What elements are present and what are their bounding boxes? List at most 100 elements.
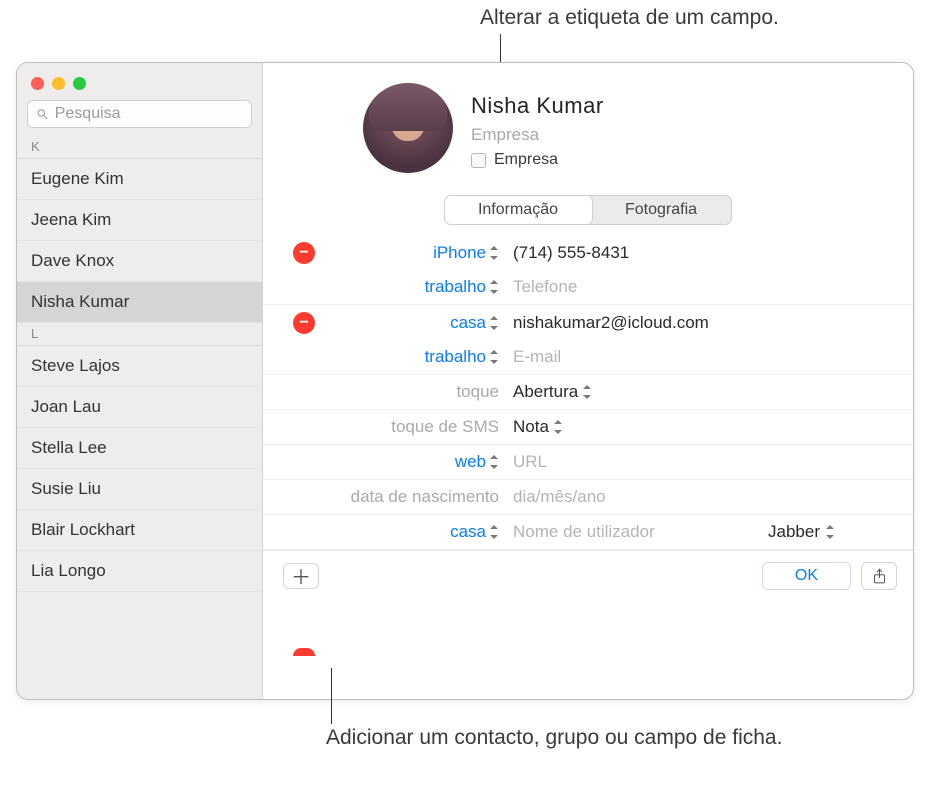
company-checkbox-label: Empresa [494,151,558,169]
label-email-home-text: casa [450,313,486,333]
field-row-birthday: data de nascimento dia/mês/ano [263,480,913,515]
ok-button[interactable]: OK [762,562,851,590]
sidebar: K Eugene Kim Jeena Kim Dave Knox Nisha K… [17,63,263,699]
fullscreen-window-button[interactable] [73,77,86,90]
contact-row-lia-longo[interactable]: Lia Longo [17,551,262,592]
field-row-phone-iphone: − iPhone (714) 555-8431 [263,235,913,270]
contact-row-eugene-kim[interactable]: Eugene Kim [17,159,262,200]
minimize-window-button[interactable] [52,77,65,90]
popup-arrows-icon [489,280,499,294]
contacts-window: K Eugene Kim Jeena Kim Dave Knox Nisha K… [16,62,914,700]
search-box[interactable] [27,100,252,128]
label-ringtone-text: toque [456,382,499,402]
callout-top-label: Alterar a etiqueta de um campo. [480,6,779,30]
birthday-placeholder: dia/mês/ano [513,487,606,507]
web-value[interactable]: URL [503,452,893,472]
remove-spacer [293,276,315,298]
tab-info[interactable]: Informação [444,195,592,225]
label-texttone-text: toque de SMS [391,417,499,437]
field-row-email-work: trabalho E-mail [263,340,913,375]
tabs-segmented-control: Informação Fotografia [444,195,732,225]
popup-arrows-icon [553,420,563,434]
fields-list: − iPhone (714) 555-8431 trabalho Telefon… [263,235,913,699]
share-icon [872,567,887,585]
remove-phone-button[interactable]: − [293,242,315,264]
ringtone-value[interactable]: Abertura [503,382,893,402]
add-button[interactable]: ＋ [283,563,319,589]
section-header-k: K [17,136,262,159]
texttone-value[interactable]: Nota [503,417,893,437]
contact-row-dave-knox[interactable]: Dave Knox [17,241,262,282]
tabs-row: Informação Fotografia [263,183,913,235]
remove-email-button[interactable]: − [293,312,315,334]
label-popup-phone-work[interactable]: trabalho [323,277,503,297]
field-row-phone-work: trabalho Telefone [263,270,913,305]
popup-arrows-icon [489,455,499,469]
popup-arrows-icon [489,525,499,539]
callout-bottom-label: Adicionar um contacto, grupo ou campo de… [326,724,782,752]
label-birthday-text: data de nascimento [351,487,499,507]
contact-row-joan-lau[interactable]: Joan Lau [17,387,262,428]
im-service-popup[interactable]: Jabber [768,522,835,542]
contact-list[interactable]: K Eugene Kim Jeena Kim Dave Knox Nisha K… [17,136,262,699]
callout-bottom-line [331,668,332,724]
ringtone-text: Abertura [513,382,578,402]
contact-row-susie-liu[interactable]: Susie Liu [17,469,262,510]
email-home-value[interactable]: nishakumar2@icloud.com [503,313,893,333]
contact-row-jeena-kim[interactable]: Jeena Kim [17,200,262,241]
birthday-value[interactable]: dia/mês/ano [503,487,893,507]
section-header-l: L [17,323,262,346]
label-birthday: data de nascimento [323,487,503,507]
label-texttone: toque de SMS [323,417,503,437]
contact-row-nisha-kumar[interactable]: Nisha Kumar [17,282,262,323]
label-web-text: web [455,452,486,472]
search-container [17,100,262,136]
phone-iphone-value[interactable]: (714) 555-8431 [503,243,893,263]
field-row-im: casa Nome de utilizador Jabber [263,515,913,550]
email-work-placeholder: E-mail [513,347,561,367]
footer-toolbar: ＋ OK [263,550,913,600]
contact-row-steve-lajos[interactable]: Steve Lajos [17,346,262,387]
contact-name[interactable]: Nisha Kumar [471,93,604,119]
popup-arrows-icon [582,385,592,399]
share-button[interactable] [861,562,897,590]
contact-row-blair-lockhart[interactable]: Blair Lockhart [17,510,262,551]
label-popup-iphone[interactable]: iPhone [323,243,503,263]
search-input[interactable] [55,105,243,123]
remove-spacer [293,486,315,508]
label-popup-web[interactable]: web [323,452,503,472]
label-popup-email-home[interactable]: casa [323,313,503,333]
contact-header: Nisha Kumar Empresa Empresa [263,63,913,183]
close-window-button[interactable] [31,77,44,90]
label-email-work-text: trabalho [425,347,486,367]
popup-arrows-icon [489,350,499,364]
im-value[interactable]: Nome de utilizador Jabber [503,522,893,542]
im-placeholder: Nome de utilizador [513,522,655,542]
field-row-ringtone: toque Abertura [263,375,913,410]
popup-arrows-icon [489,316,499,330]
tab-photo[interactable]: Fotografia [591,196,731,224]
label-popup-im[interactable]: casa [323,522,503,542]
phone-work-value[interactable]: Telefone [503,277,893,297]
email-work-value[interactable]: E-mail [503,347,893,367]
label-popup-email-work[interactable]: trabalho [323,347,503,367]
web-placeholder: URL [513,452,547,472]
remove-spacer [293,451,315,473]
remove-button-partial-icon[interactable] [293,648,315,656]
plus-icon: ＋ [291,561,311,590]
company-field[interactable]: Empresa [471,125,604,145]
company-checkbox[interactable] [471,153,486,168]
remove-spacer [293,521,315,543]
contact-row-stella-lee[interactable]: Stella Lee [17,428,262,469]
company-checkbox-row: Empresa [471,151,604,169]
popup-arrows-icon [825,525,835,539]
label-im-text: casa [450,522,486,542]
texttone-text: Nota [513,417,549,437]
avatar[interactable] [363,83,453,173]
im-service-text: Jabber [768,522,820,542]
phone-iphone-text: (714) 555-8431 [513,243,629,263]
popup-arrows-icon [489,246,499,260]
detail-pane: Nisha Kumar Empresa Empresa Informação F… [263,63,913,699]
email-home-text: nishakumar2@icloud.com [513,313,709,333]
header-text-block: Nisha Kumar Empresa Empresa [471,83,604,169]
